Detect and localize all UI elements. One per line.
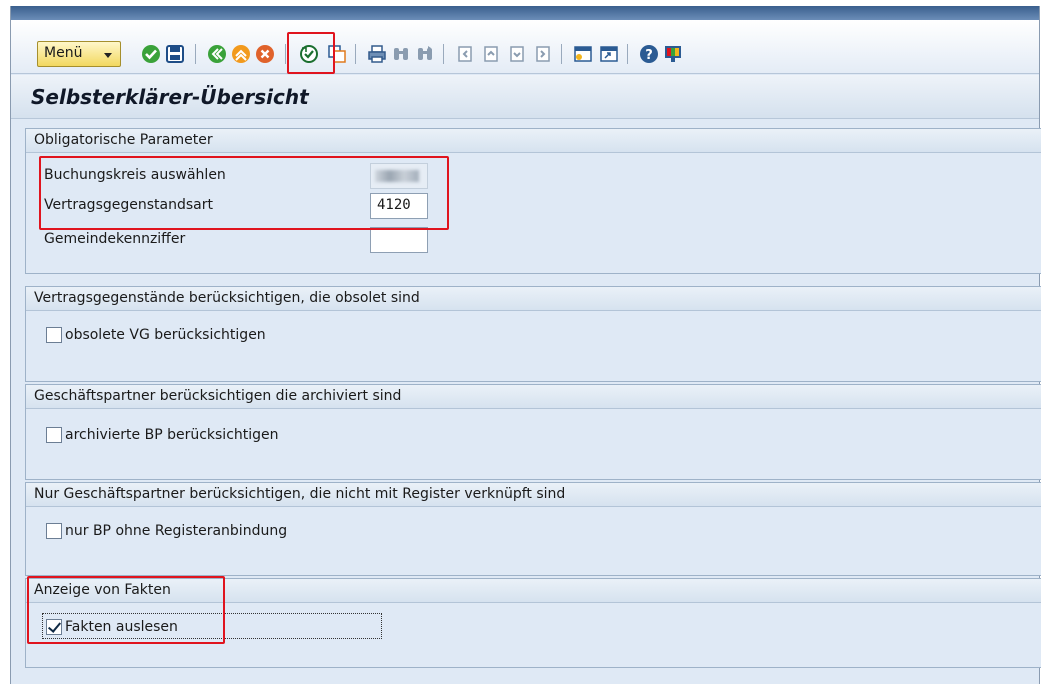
label-gemeindekennziffer: Gemeindekennziffer xyxy=(44,231,186,247)
group-register: Nur Geschäftspartner berücksichtigen, di… xyxy=(25,482,1041,576)
redacted-value xyxy=(375,170,419,182)
register-bp-checkbox[interactable] xyxy=(46,523,62,539)
check-icon[interactable] xyxy=(141,44,161,64)
toolbar-separator xyxy=(561,44,562,64)
next-page-icon[interactable] xyxy=(507,44,527,64)
title-bar: Selbsterklärer-Übersicht xyxy=(11,75,1039,119)
standard-toolbar: Menü ? xyxy=(11,20,1039,74)
find-next-icon[interactable] xyxy=(415,44,435,64)
svg-text:?: ? xyxy=(645,48,653,63)
chevron-down-icon xyxy=(104,53,112,58)
save-icon[interactable] xyxy=(165,44,185,64)
group-header: Geschäftspartner berücksichtigen die arc… xyxy=(26,385,1041,409)
group-header: Obligatorische Parameter xyxy=(26,129,1041,153)
toolbar-separator xyxy=(627,44,628,64)
page-title: Selbsterklärer-Übersicht xyxy=(31,85,309,109)
sap-window: Menü ? Selbsterklärer-Übersicht Obligato… xyxy=(10,6,1041,684)
customize-layout-icon[interactable] xyxy=(663,44,683,64)
copy-icon[interactable] xyxy=(327,44,347,64)
group-header: Nur Geschäftspartner berücksichtigen, di… xyxy=(26,483,1041,507)
back-icon[interactable] xyxy=(207,44,227,64)
group-mandatory-parameters: Obligatorische Parameter Buchungskreis a… xyxy=(25,128,1041,274)
find-icon[interactable] xyxy=(391,44,411,64)
menu-button[interactable]: Menü xyxy=(37,41,121,67)
obsolete-vg-checkbox[interactable] xyxy=(46,327,62,343)
group-archived: Geschäftspartner berücksichtigen die arc… xyxy=(25,384,1041,480)
register-bp-label: nur BP ohne Registeranbindung xyxy=(65,523,288,539)
print-icon[interactable] xyxy=(367,44,387,64)
last-page-icon[interactable] xyxy=(533,44,553,64)
group-header: Anzeige von Fakten xyxy=(26,579,1041,603)
window-top-edge xyxy=(11,6,1039,20)
facts-label: Fakten auslesen xyxy=(65,619,178,635)
execute-icon[interactable] xyxy=(299,44,319,64)
archived-bp-checkbox[interactable] xyxy=(46,427,62,443)
buchungskreis-input[interactable] xyxy=(370,163,428,189)
register-bp-checkbox-row[interactable]: nur BP ohne Registeranbindung xyxy=(46,519,287,543)
exit-icon[interactable] xyxy=(231,44,251,64)
previous-page-icon[interactable] xyxy=(481,44,501,64)
facts-checkbox[interactable] xyxy=(46,619,62,635)
menu-button-label: Menü xyxy=(44,45,83,61)
toolbar-separator xyxy=(443,44,444,64)
toolbar-separator xyxy=(195,44,196,64)
label-vertragsgegenstandsart: Vertragsgegenstandsart xyxy=(44,197,213,213)
create-session-icon[interactable] xyxy=(573,44,593,64)
first-page-icon[interactable] xyxy=(455,44,475,64)
group-facts: Anzeige von Fakten Fakten auslesen xyxy=(25,578,1041,668)
toolbar-separator xyxy=(285,44,286,64)
gemeindekennziffer-input[interactable] xyxy=(370,227,428,253)
cancel-icon[interactable] xyxy=(255,44,275,64)
archived-bp-label: archivierte BP berücksichtigen xyxy=(65,427,279,443)
toolbar-separator xyxy=(355,44,356,64)
shortcut-icon[interactable] xyxy=(599,44,619,64)
help-icon[interactable]: ? xyxy=(639,44,659,64)
facts-checkbox-row[interactable]: Fakten auslesen xyxy=(46,615,178,639)
obsolete-vg-label: obsolete VG berücksichtigen xyxy=(65,327,266,343)
group-header: Vertragsgegenstände berücksichtigen, die… xyxy=(26,287,1041,311)
vertragsgegenstandsart-input[interactable]: 4120 xyxy=(370,193,428,219)
obsolete-vg-checkbox-row[interactable]: obsolete VG berücksichtigen xyxy=(46,323,266,347)
group-obsolete: Vertragsgegenstände berücksichtigen, die… xyxy=(25,286,1041,382)
archived-bp-checkbox-row[interactable]: archivierte BP berücksichtigen xyxy=(46,423,279,447)
label-buchungskreis: Buchungskreis auswählen xyxy=(44,167,226,183)
